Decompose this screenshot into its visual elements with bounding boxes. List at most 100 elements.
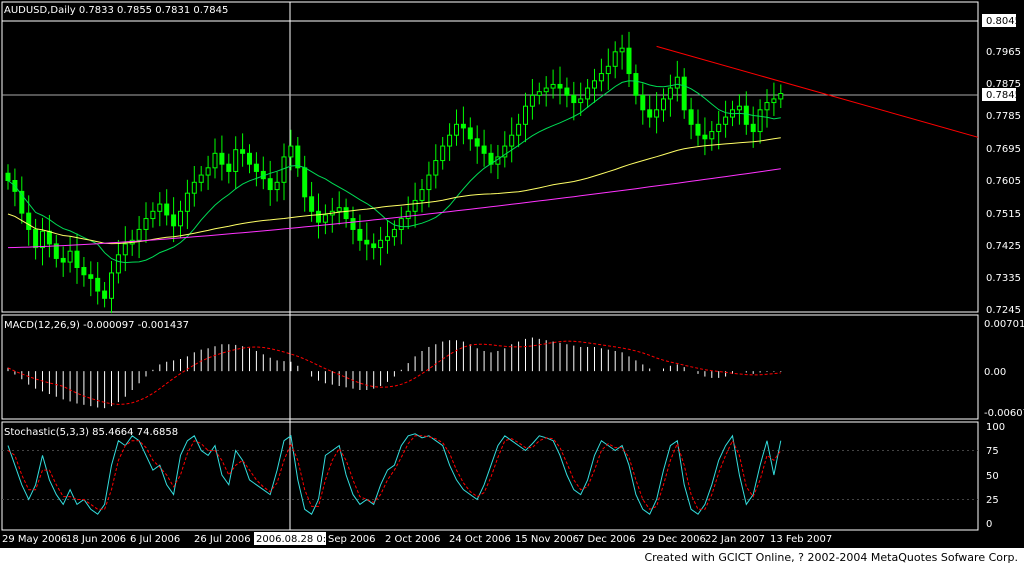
price-tick: 0.7245 (986, 305, 1021, 316)
stoch-tick: 0 (986, 519, 992, 530)
crosshair-date-label: 2006.08.28 0:00 (256, 534, 339, 545)
candle-body (143, 218, 149, 230)
candle-body (385, 236, 390, 241)
candle-body (778, 93, 784, 100)
candle-body (412, 199, 418, 212)
price-tick: 0.7695 (986, 144, 1021, 155)
candle-body (267, 178, 273, 191)
candle-body (702, 134, 708, 140)
price-axis: 0.8045 0.7965 0.7875 0.7785 0.7695 0.760… (982, 14, 1021, 316)
candle-body (564, 87, 570, 96)
time-label: 13 Feb 2007 (770, 534, 832, 545)
candle-body (681, 76, 687, 111)
candle-body (405, 210, 411, 220)
candle-body (764, 102, 770, 111)
macd-series (7, 337, 782, 409)
candle-body (60, 257, 66, 263)
candle-body (5, 172, 11, 181)
candle-body (88, 274, 94, 279)
candle-body (378, 239, 384, 249)
time-label: 24 Oct 2006 (449, 534, 511, 545)
price-tick: 0.7335 (986, 273, 1021, 284)
candle-body (474, 138, 480, 147)
stoch-signal-line (7, 435, 782, 510)
candle-body (523, 105, 528, 125)
candle-body (578, 98, 584, 104)
candle-body (467, 127, 473, 140)
candle-body (171, 214, 177, 227)
candle-body (598, 73, 604, 82)
time-axis: 29 May 2006 18 Jun 2006 6 Jul 2006 26 Ju… (2, 532, 832, 545)
candle-body (454, 123, 459, 136)
candle-body (723, 116, 729, 125)
candle-body (184, 192, 190, 212)
price-series (5, 31, 979, 314)
time-label: 29 Dec 2006 (642, 534, 706, 545)
stoch-tick: 75 (986, 446, 999, 457)
macd-tick: -0.00607 (984, 408, 1024, 419)
macd-tick: 0.00 (984, 367, 1006, 378)
candle-body (67, 250, 73, 263)
current-price-label: 0.7845 (986, 90, 1021, 101)
candle-body (81, 267, 87, 276)
candle-body (771, 98, 777, 104)
candle-body (550, 83, 556, 89)
stoch-axis: 100 75 50 25 0 (986, 422, 1005, 530)
candle-body (398, 218, 404, 230)
stoch-panel-title: Stochastic(5,3,3) 85.4664 74.6858 (4, 427, 178, 438)
candle-body (695, 123, 701, 136)
time-label: 15 Nov 2006 (515, 534, 579, 545)
candle-body (509, 134, 515, 147)
chart-window[interactable]: AUDUSD,Daily 0.7833 0.7855 0.7831 0.7845… (0, 0, 1024, 567)
candle-body (240, 149, 246, 154)
candle-body (198, 174, 204, 183)
candle-body (371, 243, 377, 249)
candle-body (109, 272, 114, 299)
time-label: Sep 2006 (328, 534, 375, 545)
time-label: 18 Jun 2006 (66, 534, 126, 545)
price-tick: 0.8045 (986, 16, 1021, 27)
candle-body (226, 163, 232, 172)
candle-body (40, 230, 45, 249)
candle-body (219, 152, 225, 165)
candle-body (750, 123, 756, 133)
candle-body (743, 105, 749, 125)
candle-body (302, 167, 308, 198)
candle-body (46, 230, 52, 245)
candle-body (336, 207, 342, 212)
candle-body (674, 76, 680, 89)
candle-body (247, 152, 252, 165)
candle-body (557, 83, 563, 89)
candle-body (419, 189, 425, 201)
macd-axis: 0.00701 0.00 -0.00607 (984, 319, 1024, 419)
price-tick: 0.7515 (986, 209, 1021, 220)
candle-body (115, 254, 121, 274)
candle-body (460, 123, 466, 129)
stoch-tick: 25 (986, 495, 999, 506)
candle-body (350, 218, 356, 230)
candle-body (157, 203, 163, 212)
price-tick: 0.7605 (986, 176, 1021, 187)
macd-tick: 0.00701 (984, 319, 1024, 330)
candle-body (102, 290, 108, 299)
time-label: 6 Jul 2006 (130, 534, 180, 545)
candle-body (619, 47, 625, 53)
candle-body (736, 105, 742, 111)
candle-body (640, 94, 646, 111)
candle-body (536, 91, 542, 96)
chart-canvas[interactable]: AUDUSD,Daily 0.7833 0.7855 0.7831 0.7845… (0, 0, 1024, 548)
stoch-main-line (7, 433, 782, 515)
price-tick: 0.7965 (986, 47, 1021, 58)
candle-body (688, 109, 694, 125)
stoch-tick: 50 (986, 471, 999, 482)
candle-body (661, 98, 666, 111)
candle-body (647, 109, 653, 118)
candle-body (150, 210, 156, 220)
candle-body (164, 203, 170, 216)
price-panel-title: AUDUSD,Daily 0.7833 0.7855 0.7831 0.7845 (4, 5, 228, 16)
candle-body (33, 228, 39, 249)
candle-body (571, 94, 577, 104)
candle-body (585, 87, 591, 100)
stochastic-series (2, 433, 978, 515)
candle-body (191, 181, 197, 194)
